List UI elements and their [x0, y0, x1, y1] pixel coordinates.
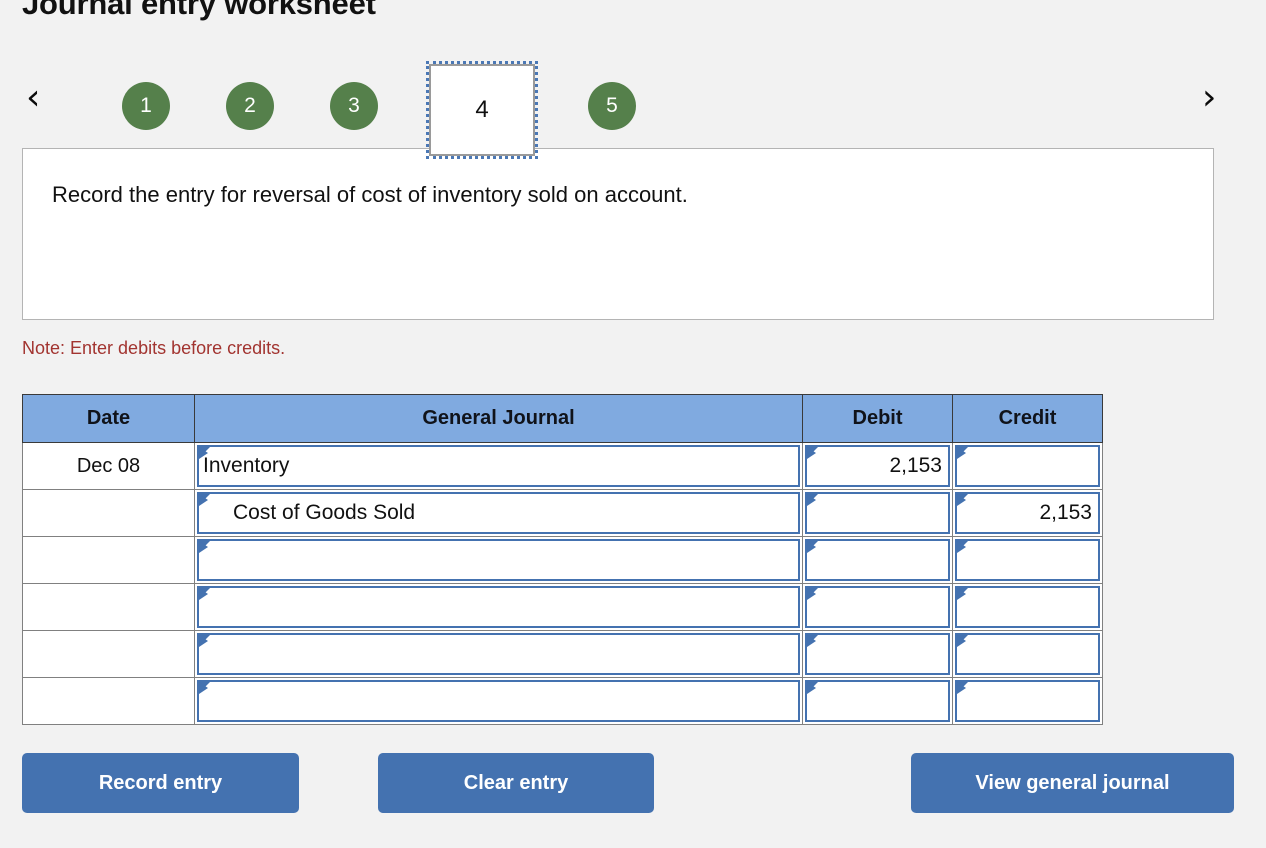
journal-account-select-cell[interactable]	[194, 677, 803, 725]
column-header-general-journal: General Journal	[194, 394, 803, 443]
chevron-right-icon[interactable]: ›	[1202, 80, 1216, 116]
record-entry-button[interactable]: Record entry	[22, 753, 299, 813]
journal-credit-input-cell[interactable]	[952, 677, 1103, 725]
clear-entry-button[interactable]: Clear entry	[378, 753, 654, 813]
step-tab-5[interactable]: 5	[588, 82, 636, 130]
journal-account-select[interactable]: Inventory	[197, 445, 800, 487]
journal-credit-input-value: 2,153	[1039, 501, 1092, 524]
journal-entry-table: Date General Journal Debit Credit Dec 08…	[22, 394, 1103, 725]
journal-account-select-value: Cost of Goods Sold	[233, 501, 416, 524]
journal-credit-input[interactable]	[955, 586, 1100, 628]
journal-account-select-cell[interactable]: Cost of Goods Sold	[194, 489, 803, 537]
journal-debit-input-cell[interactable]	[802, 677, 953, 725]
journal-credit-input[interactable]	[955, 539, 1100, 581]
journal-date-cell[interactable]	[22, 630, 195, 678]
journal-account-select-cell[interactable]: Inventory	[194, 442, 803, 490]
journal-date-cell[interactable]	[22, 583, 195, 631]
step-tab-2[interactable]: 2	[226, 82, 274, 130]
journal-date-cell[interactable]: Dec 08	[22, 442, 195, 490]
journal-account-select[interactable]	[197, 586, 800, 628]
journal-credit-input-cell[interactable]: 2,153	[952, 489, 1103, 537]
journal-debit-input[interactable]	[805, 539, 950, 581]
debits-before-credits-note: Note: Enter debits before credits.	[22, 338, 286, 358]
journal-debit-input[interactable]: 2,153	[805, 445, 950, 487]
journal-debit-input-value: 2,153	[889, 454, 942, 477]
journal-debit-input-cell[interactable]: 2,153	[802, 442, 953, 490]
journal-credit-input-cell[interactable]	[952, 442, 1103, 490]
instruction-text: Record the entry for reversal of cost of…	[52, 182, 688, 207]
journal-credit-input-cell[interactable]	[952, 536, 1103, 584]
view-general-journal-button[interactable]: View general journal	[911, 753, 1234, 813]
table-row: Dec 08 Inventory 2,153	[22, 442, 1103, 490]
table-header-row: Date General Journal Debit Credit	[22, 394, 1103, 443]
journal-account-select[interactable]	[197, 680, 800, 722]
column-header-date: Date	[22, 394, 195, 443]
journal-credit-input[interactable]	[955, 633, 1100, 675]
journal-date-cell[interactable]	[22, 536, 195, 584]
journal-credit-input[interactable]: 2,153	[955, 492, 1100, 534]
step-tab-3[interactable]: 3	[330, 82, 378, 130]
journal-debit-input-cell[interactable]	[802, 583, 953, 631]
journal-date-cell[interactable]	[22, 489, 195, 537]
journal-account-select-cell[interactable]	[194, 536, 803, 584]
table-row: Cost of Goods Sold 2,153	[22, 489, 1103, 537]
journal-debit-input-cell[interactable]	[802, 489, 953, 537]
journal-account-select[interactable]	[197, 633, 800, 675]
step-tab-4-current[interactable]: 4	[426, 61, 538, 159]
journal-credit-input[interactable]	[955, 680, 1100, 722]
column-header-debit: Debit	[802, 394, 953, 443]
journal-debit-input[interactable]	[805, 633, 950, 675]
journal-debit-input-cell[interactable]	[802, 630, 953, 678]
table-row	[22, 630, 1103, 678]
journal-debit-input[interactable]	[805, 492, 950, 534]
chevron-left-icon[interactable]: ‹	[26, 80, 40, 116]
step-tab-1[interactable]: 1	[122, 82, 170, 130]
journal-credit-input-cell[interactable]	[952, 583, 1103, 631]
page-title: Journal entry worksheet	[22, 0, 376, 21]
journal-debit-input[interactable]	[805, 680, 950, 722]
journal-credit-input[interactable]	[955, 445, 1100, 487]
journal-account-select-cell[interactable]	[194, 583, 803, 631]
worksheet-step-pager: ‹ 1 2 3 4 5 ›	[0, 61, 1266, 159]
journal-debit-input[interactable]	[805, 586, 950, 628]
journal-debit-input-cell[interactable]	[802, 536, 953, 584]
instruction-panel: Record the entry for reversal of cost of…	[22, 148, 1214, 320]
table-row	[22, 536, 1103, 584]
journal-account-select[interactable]: Cost of Goods Sold	[197, 492, 800, 534]
table-row	[22, 677, 1103, 725]
column-header-credit: Credit	[952, 394, 1103, 443]
journal-account-select-cell[interactable]	[194, 630, 803, 678]
table-row	[22, 583, 1103, 631]
journal-account-select-value: Inventory	[203, 454, 290, 477]
journal-credit-input-cell[interactable]	[952, 630, 1103, 678]
journal-account-select[interactable]	[197, 539, 800, 581]
journal-date-cell[interactable]	[22, 677, 195, 725]
